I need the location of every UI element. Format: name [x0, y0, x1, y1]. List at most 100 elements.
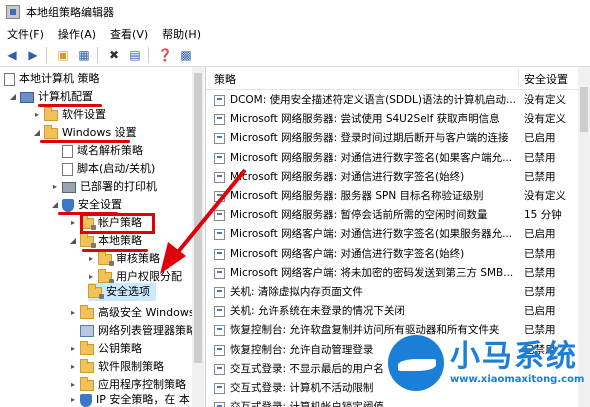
tree-item-label: 软件设置: [62, 108, 106, 121]
table-row[interactable]: Microsoft 网络服务器: 尝试使用 S4U2Self 获取声明信息 没有定…: [206, 110, 578, 129]
expand-icon[interactable]: ▸: [32, 106, 42, 124]
tree-item-software-settings[interactable]: ▸ 软件设置: [32, 106, 106, 124]
tree-item-label: 本地策略: [98, 234, 142, 247]
policy-item-icon: [214, 171, 225, 183]
policy-doc-icon: [4, 72, 15, 86]
folder-icon: [80, 376, 94, 391]
up-folder-icon[interactable]: ▣: [54, 46, 72, 64]
policy-item-icon: [214, 95, 225, 106]
tree-item-label: 高级安全 Windows: [98, 306, 195, 319]
expand-icon[interactable]: ▸: [68, 304, 78, 322]
folder-icon: [88, 283, 104, 299]
tree-scrollbar[interactable]: [192, 67, 204, 407]
tree-item-local-policies[interactable]: ◢ 本地策略: [68, 232, 142, 250]
folder-icon: [98, 250, 114, 266]
policy-setting: 已启用: [524, 228, 556, 241]
column-divider[interactable]: [518, 69, 519, 87]
expand-icon[interactable]: ▸: [50, 178, 60, 196]
tree-scrollbar-thumb[interactable]: [194, 73, 202, 363]
policy-item-icon: [214, 248, 225, 260]
tree-item-ip-security[interactable]: ▸ IP 安全策略，在 本: [68, 391, 190, 407]
table-row[interactable]: Microsoft 网络客户端: 将未加密的密码发送到第三方 SMB... 已禁用: [206, 264, 578, 283]
back-arrow-icon[interactable]: ◀: [3, 46, 21, 64]
menu-help[interactable]: 帮助(H): [155, 26, 208, 42]
policy-item-icon: [214, 229, 225, 241]
tree-item-label: 网络列表管理器策略: [98, 324, 197, 337]
script-doc-icon: [62, 162, 73, 176]
tree-pane: 本地计算机 策略 ◢ 计算机配置 ▸ 软件设置 ◢ Windows 设置 域名解…: [0, 67, 206, 407]
tree-item-label: 公钥策略: [98, 342, 142, 355]
policy-setting: 没有定义: [524, 113, 566, 126]
tree-item-label: IP 安全策略，在 本: [96, 393, 190, 406]
list-scrollbar-thumb[interactable]: [580, 87, 588, 132]
tree-item-label: 软件限制策略: [98, 360, 164, 373]
collapse-icon[interactable]: ◢: [8, 88, 18, 106]
collapse-icon[interactable]: ◢: [68, 232, 78, 250]
table-row[interactable]: Microsoft 网络服务器: 登录时间过期后断开与客户端的连接 已启用: [206, 129, 578, 148]
annotation-underline: [82, 249, 148, 252]
tree-item-audit-policy[interactable]: ▸ 审核策略: [86, 250, 160, 268]
policy-item-icon: [214, 191, 225, 202]
app-icon: [6, 5, 20, 19]
watermark-name: 小马系统: [450, 339, 578, 374]
show-hide-tree-icon[interactable]: ▦: [75, 46, 93, 64]
horse-logo-icon: [388, 334, 444, 391]
annotation-underline: [58, 212, 118, 215]
expand-icon[interactable]: ▸: [68, 391, 78, 407]
watermark: 小马系统 www.xiaomaxitong.com: [384, 318, 590, 407]
tree-item-advanced-security[interactable]: ▸ 高级安全 Windows: [68, 304, 195, 322]
policy-item-icon: [214, 210, 225, 222]
printer-icon: [62, 181, 76, 193]
tree-item-network-list[interactable]: 网络列表管理器策略: [68, 322, 197, 340]
expand-icon[interactable]: ▸: [68, 214, 78, 232]
menu-view[interactable]: 查看(V): [103, 26, 155, 42]
policy-item-icon: [214, 344, 225, 356]
properties-icon[interactable]: ▤: [126, 46, 144, 64]
table-row[interactable]: Microsoft 网络服务器: 对通信进行数字签名(如果客户端允... 已禁用: [206, 149, 578, 168]
table-row[interactable]: Microsoft 网络服务器: 对通信进行数字签名(始终) 已禁用: [206, 168, 578, 187]
toolbar-separator: [148, 47, 149, 63]
policy-name: Microsoft 网络客户端: 对通信进行数字签名(如果服务器允...: [230, 228, 513, 241]
title-bar: 本地组策略编辑器: [0, 0, 590, 24]
policy-setting: 没有定义: [524, 94, 566, 106]
tree-item-root[interactable]: 本地计算机 策略: [4, 70, 100, 88]
policy-setting: 已禁用: [524, 266, 556, 279]
policy-name: Microsoft 网络服务器: 服务器 SPN 目标名称验证级别: [230, 190, 484, 202]
policy-item-icon: [214, 402, 225, 407]
policy-item-icon: [214, 133, 225, 145]
table-row[interactable]: 关机: 清除虚拟内存页面文件 已禁用: [206, 283, 578, 302]
table-row[interactable]: Microsoft 网络客户端: 对通信进行数字签名(始终) 已禁用: [206, 245, 578, 264]
folder-icon: [98, 268, 114, 284]
computer-icon: [20, 91, 34, 103]
column-header-setting[interactable]: 安全设置: [524, 71, 568, 87]
expand-icon[interactable]: ▸: [68, 358, 78, 376]
security-shield-icon: [62, 198, 74, 212]
table-row[interactable]: Microsoft 网络客户端: 对通信进行数字签名(如果服务器允... 已启用: [206, 225, 578, 244]
menu-action[interactable]: 操作(A): [51, 26, 103, 42]
delete-icon[interactable]: ✖: [105, 46, 123, 64]
tree-item-printers[interactable]: ▸ 已部署的打印机: [50, 178, 157, 196]
table-row[interactable]: DCOM: 使用安全描述符定义语言(SDDL)语法的计算机启动... 没有定义: [206, 91, 578, 110]
tree-item-security-options[interactable]: 安全选项: [88, 283, 156, 301]
folder-icon: [44, 106, 58, 121]
column-header-policy[interactable]: 策略: [214, 71, 236, 87]
menu-file[interactable]: 文件(F): [0, 26, 51, 42]
tree-item-label: 安全选项: [106, 285, 150, 298]
tree-item-scripts[interactable]: 脚本(启动/关机): [50, 160, 155, 178]
console-icon[interactable]: ▩: [177, 46, 195, 64]
policy-item-icon: [214, 383, 225, 394]
tree-item-software-restriction[interactable]: ▸ 软件限制策略: [68, 358, 164, 376]
expand-icon[interactable]: ▸: [68, 340, 78, 358]
tree-item-public-key[interactable]: ▸ 公钥策略: [68, 340, 142, 358]
policy-doc-icon: [62, 144, 73, 158]
tree-item-name-resolution[interactable]: 域名解析策略: [50, 142, 143, 160]
highlight-box: [80, 213, 155, 234]
table-row[interactable]: Microsoft 网络服务器: 暂停会话前所需的空闲时间数量 15 分钟: [206, 206, 578, 225]
table-row[interactable]: Microsoft 网络服务器: 服务器 SPN 目标名称验证级别 没有定义: [206, 187, 578, 206]
policy-item-icon: [214, 325, 225, 337]
help-icon[interactable]: ❓: [156, 46, 174, 64]
forward-arrow-icon[interactable]: ▶: [24, 46, 42, 64]
expand-icon[interactable]: ▸: [86, 250, 96, 268]
menu-bar: 文件(F) 操作(A) 查看(V) 帮助(H): [0, 24, 590, 44]
policy-name: Microsoft 网络服务器: 登录时间过期后断开与客户端的连接: [230, 132, 509, 145]
